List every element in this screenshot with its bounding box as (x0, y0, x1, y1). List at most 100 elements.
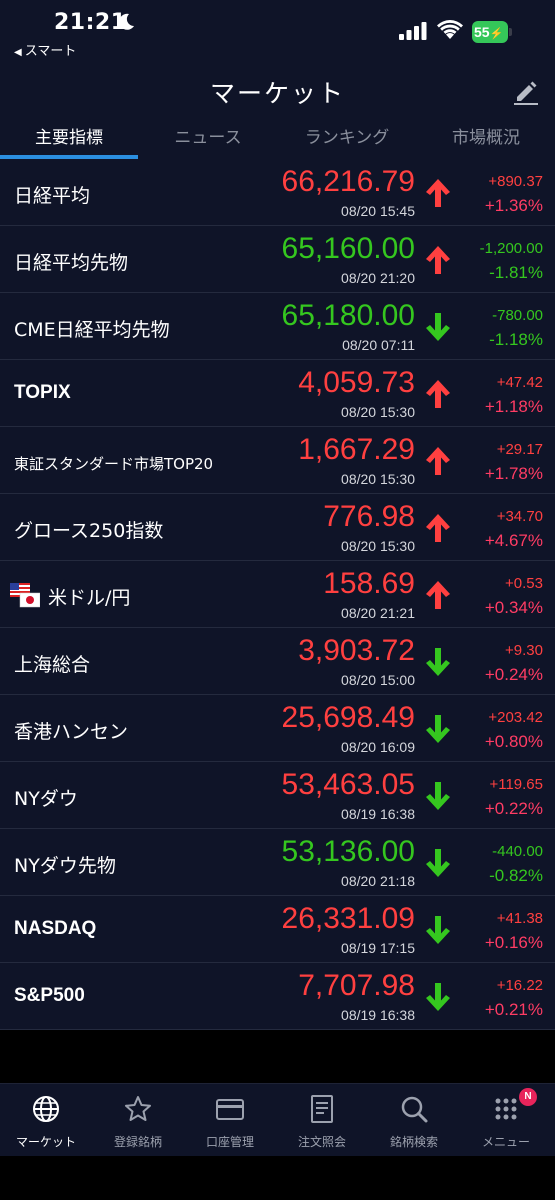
back-app-label: スマート (24, 44, 77, 59)
market-name: S&P500 (14, 985, 85, 1006)
market-change: +47.42 (496, 374, 543, 391)
document-icon (311, 1095, 333, 1123)
market-change: -1,200.00 (479, 240, 543, 257)
battery-level: 55⚡ (472, 21, 508, 43)
market-row-ny-dow-futures[interactable]: NYダウ先物 53,136.00 08/20 21:18 -440.00 -0.… (0, 829, 555, 896)
nav-market[interactable]: マーケット (0, 1084, 92, 1157)
market-timestamp: 08/20 07:11 (342, 337, 415, 353)
grid-menu-icon (495, 1098, 517, 1120)
nav-orders[interactable]: 注文照会 (276, 1084, 368, 1157)
market-row-nikkei[interactable]: 日経平均 66,216.79 08/20 15:45 +890.37 +1.36… (0, 159, 555, 226)
market-timestamp: 08/20 15:45 (341, 203, 415, 219)
market-row-shanghai[interactable]: 上海総合 3,903.72 08/20 15:00 +9.30 +0.24% (0, 628, 555, 695)
market-row-sp500[interactable]: S&P500 7,707.98 08/19 16:38 +16.22 +0.21… (0, 963, 555, 1030)
arrow-down-icon (426, 782, 450, 810)
market-timestamp: 08/19 16:38 (341, 1007, 415, 1023)
tab-main-indices[interactable]: 主要指標 (0, 120, 138, 160)
market-change: +41.38 (496, 910, 543, 927)
arrow-up-icon (426, 581, 450, 609)
globe-icon (33, 1096, 59, 1122)
market-name: NYダウ先物 (14, 855, 116, 877)
market-row-nikkei-futures[interactable]: 日経平均先物 65,160.00 08/20 21:20 -1,200.00 -… (0, 226, 555, 293)
search-icon (401, 1096, 428, 1123)
market-name: NYダウ (14, 788, 78, 810)
market-change: -440.00 (492, 843, 543, 860)
market-timestamp: 08/20 15:00 (341, 672, 415, 688)
market-timestamp: 08/20 21:21 (341, 605, 415, 621)
market-change-percent: -1.81% (489, 263, 543, 282)
nav-account[interactable]: 口座管理 (184, 1084, 276, 1157)
market-change: +9.30 (505, 642, 543, 659)
arrow-down-icon (426, 648, 450, 676)
market-row-hang-seng[interactable]: 香港ハンセン 25,698.49 08/20 16:09 +203.42 +0.… (0, 695, 555, 762)
market-change-percent: +0.80% (484, 732, 543, 751)
nav-account-label: 口座管理 (205, 1135, 254, 1149)
market-row-ny-dow[interactable]: NYダウ 53,463.05 08/19 16:38 +119.65 +0.22… (0, 762, 555, 829)
edit-pencil-icon[interactable] (512, 78, 540, 106)
market-row-cme-nikkei-futures[interactable]: CME日経平均先物 65,180.00 08/20 07:11 -780.00 … (0, 293, 555, 360)
market-name: TOPIX (14, 382, 71, 403)
market-change-percent: +0.34% (484, 598, 543, 617)
market-price: 158.69 (323, 567, 415, 600)
market-price: 53,463.05 (281, 768, 415, 801)
nav-menu-label: メニュー (481, 1135, 530, 1149)
tab-news[interactable]: ニュース (139, 120, 277, 160)
status-bar: 21:21 ◀ スマート 55⚡ (0, 0, 555, 62)
market-price: 65,160.00 (281, 232, 415, 265)
nav-orders-label: 注文照会 (297, 1135, 346, 1149)
star-icon (125, 1096, 151, 1121)
arrow-down-icon (426, 916, 450, 944)
nav-watchlist[interactable]: 登録銘柄 (92, 1084, 184, 1157)
market-price: 776.98 (323, 500, 415, 533)
tab-ranking[interactable]: ランキング (278, 120, 416, 160)
charging-bolt-icon: ⚡ (489, 28, 504, 40)
nav-menu[interactable]: N メニュー (460, 1084, 552, 1157)
us-japan-flag-icon (10, 583, 40, 608)
market-price: 66,216.79 (281, 165, 415, 198)
card-icon (216, 1099, 244, 1120)
nav-search[interactable]: 銘柄検索 (368, 1084, 460, 1157)
app-header: マーケット (0, 62, 555, 120)
market-change-percent: +0.21% (484, 1000, 543, 1019)
market-name: 香港ハンセン (14, 721, 129, 743)
back-to-app-link[interactable]: ◀ スマート (14, 40, 76, 59)
market-change-percent: +1.78% (484, 464, 543, 483)
market-change-percent: +1.18% (484, 397, 543, 416)
market-timestamp: 08/20 16:09 (341, 739, 415, 755)
bottom-nav: マーケット 登録銘柄 口座管理 注文照会 銘柄検索 N メニュー (0, 1083, 555, 1156)
market-timestamp: 08/19 17:15 (341, 940, 415, 956)
market-price: 3,903.72 (298, 634, 415, 667)
market-change-percent: +0.22% (484, 799, 543, 818)
nav-search-label: 銘柄検索 (389, 1135, 438, 1149)
moon-icon (119, 13, 134, 30)
market-name: 東証スタンダード市場TOP20 (14, 455, 214, 473)
market-timestamp: 08/20 21:18 (341, 873, 415, 889)
wifi-icon (437, 20, 463, 39)
market-row-usd-jpy[interactable]: 米ドル/円 158.69 08/20 21:21 +0.53 +0.34% (0, 561, 555, 628)
market-price: 65,180.00 (281, 299, 415, 332)
market-price: 7,707.98 (298, 969, 415, 1002)
market-name: 米ドル/円 (48, 587, 131, 609)
arrow-up-icon (426, 514, 450, 542)
arrow-up-icon (426, 447, 450, 475)
market-change-percent: +0.24% (484, 665, 543, 684)
list-empty-area (0, 1035, 555, 1083)
market-change-percent: +0.16% (484, 933, 543, 952)
arrow-up-icon (426, 380, 450, 408)
market-row-topix[interactable]: TOPIX 4,059.73 08/20 15:30 +47.42 +1.18% (0, 360, 555, 427)
market-row-nasdaq[interactable]: NASDAQ 26,331.09 08/19 17:15 +41.38 +0.1… (0, 896, 555, 963)
market-name: グロース250指数 (14, 520, 164, 542)
market-price: 4,059.73 (298, 366, 415, 399)
market-price: 25,698.49 (281, 701, 415, 734)
tab-market-overview[interactable]: 市場概況 (417, 120, 555, 160)
market-name: CME日経平均先物 (14, 319, 170, 341)
market-change-percent: +4.67% (484, 531, 543, 550)
arrow-down-icon (426, 313, 450, 341)
market-price: 53,136.00 (281, 835, 415, 868)
market-change-percent: +1.36% (484, 196, 543, 215)
market-row-growth250[interactable]: グロース250指数 776.98 08/20 15:30 +34.70 +4.6… (0, 494, 555, 561)
market-change: +16.22 (496, 977, 543, 994)
market-name: 日経平均先物 (14, 252, 129, 274)
market-row-tse-standard-top20[interactable]: 東証スタンダード市場TOP20 1,667.29 08/20 15:30 +29… (0, 427, 555, 494)
market-change: +0.53 (505, 575, 543, 592)
